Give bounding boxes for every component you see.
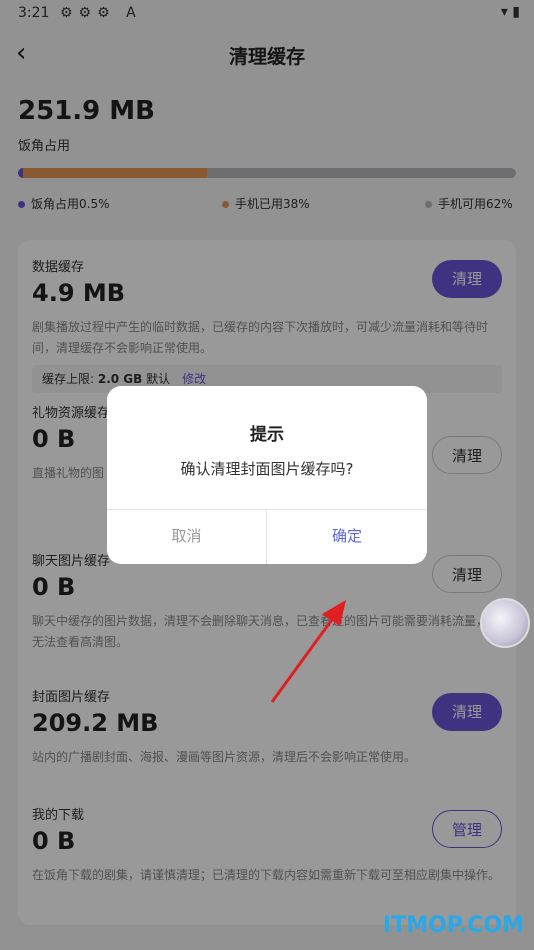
- red-arrow-annotation: [270, 600, 346, 703]
- watermark-text: ITMOP.COM: [383, 913, 524, 938]
- arrow-head: [322, 600, 346, 626]
- arrow-shaft: [270, 613, 338, 703]
